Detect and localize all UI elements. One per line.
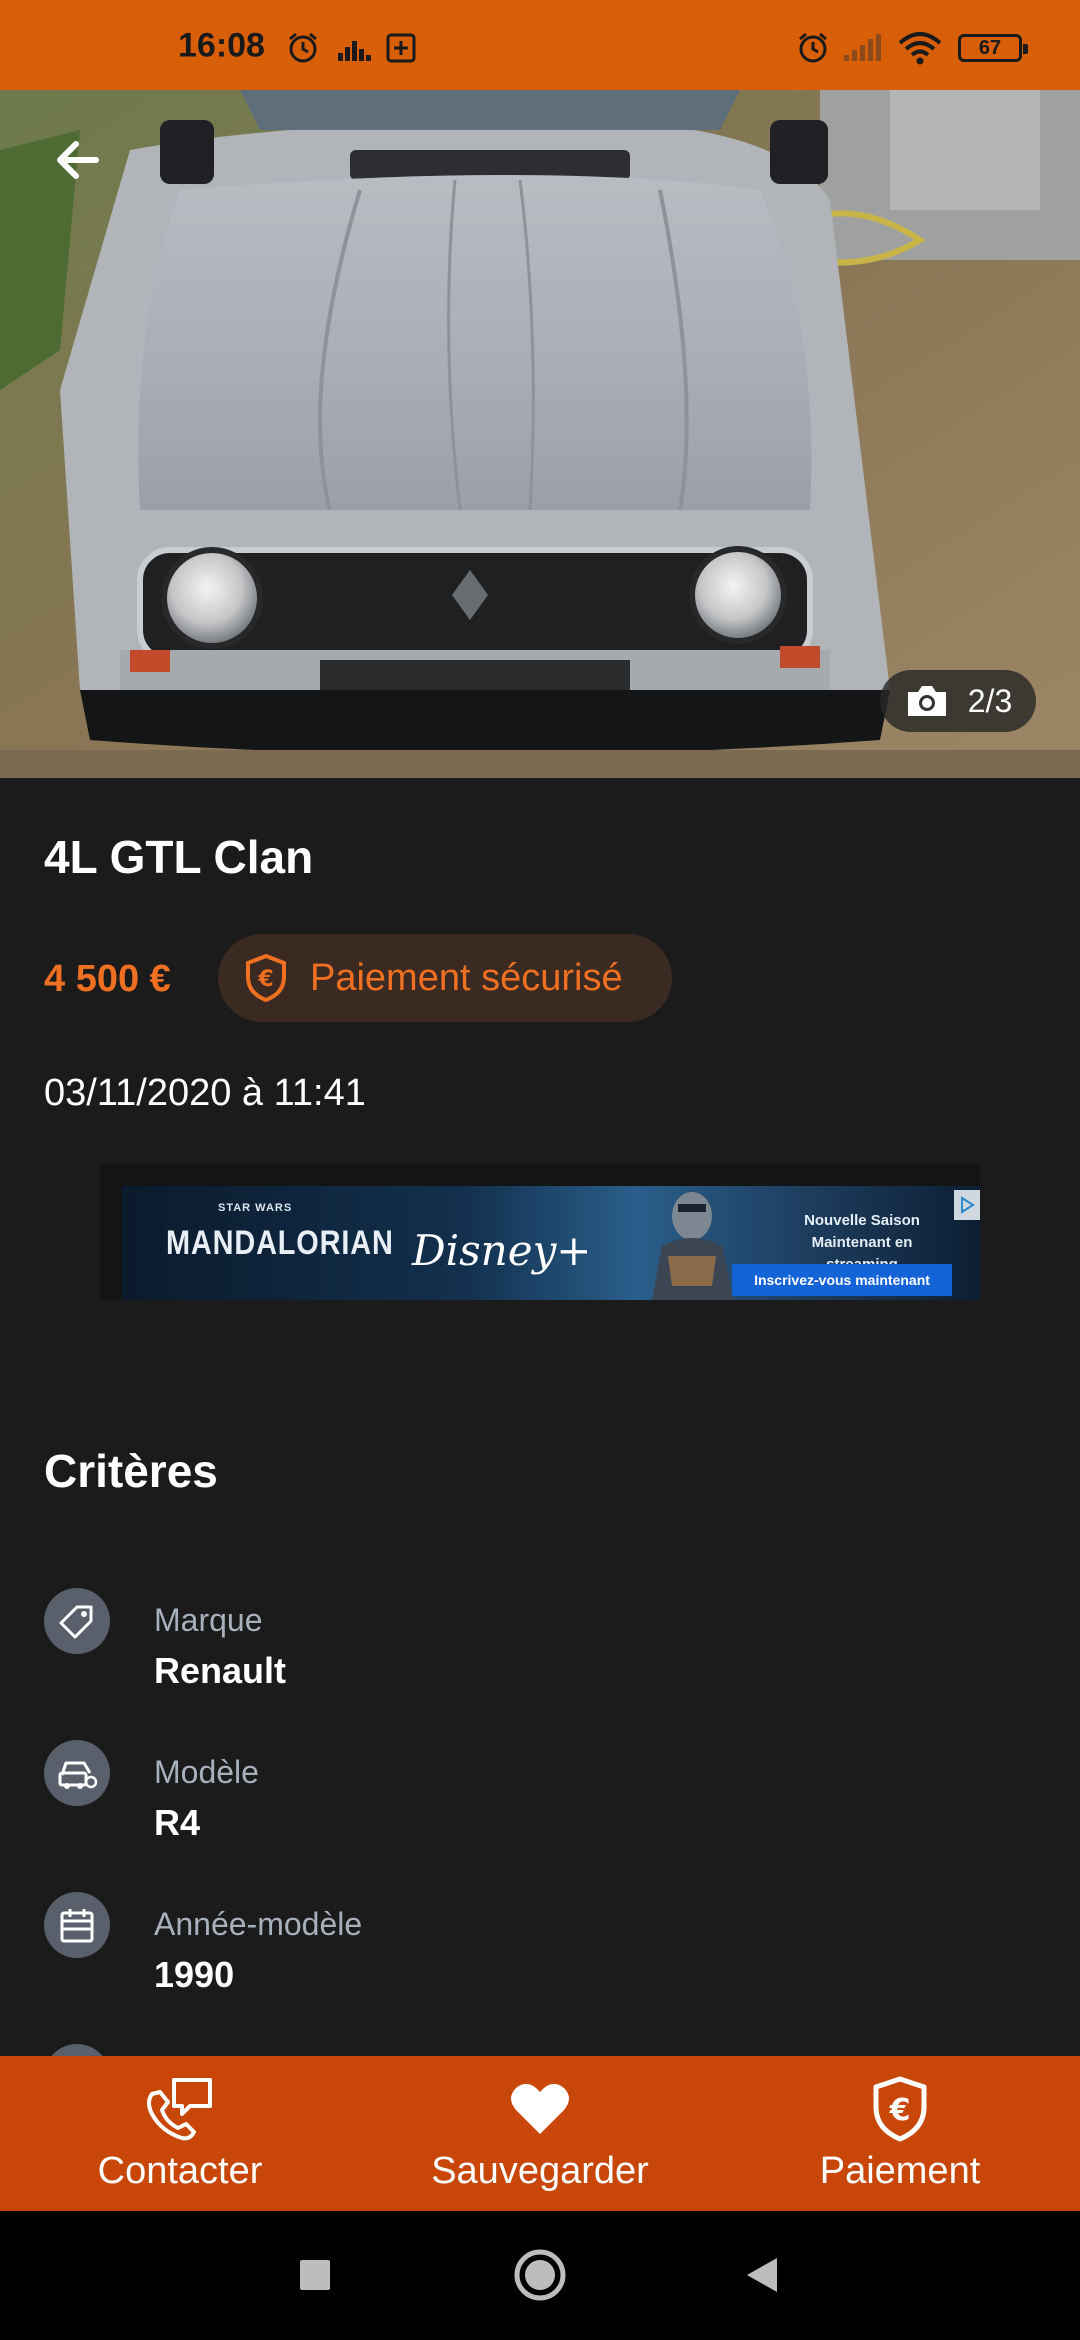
ad-brand: Disney+	[412, 1226, 592, 1275]
back-arrow-icon	[57, 141, 99, 179]
save-button[interactable]: Sauvegarder	[390, 2074, 690, 2204]
status-bar: 16:08 67	[0, 0, 1080, 90]
listing-photo[interactable]: 2/3	[0, 90, 1080, 778]
ad-banner[interactable]: STAR WARS MANDALORIAN Disney+ Nouvelle S…	[122, 1186, 980, 1300]
criteria-label: Année-modèle	[154, 1906, 363, 1942]
battery-icon: 67	[958, 34, 1028, 62]
back-triangle-icon[interactable]	[743, 2255, 781, 2295]
play-triangle-icon	[961, 1196, 975, 1214]
contact-label: Contacter	[97, 2150, 263, 2192]
phone-chat-icon	[147, 2078, 212, 2141]
save-label: Sauvegarder	[431, 2150, 649, 2192]
back-button[interactable]	[44, 126, 112, 194]
calendar-icon	[44, 1892, 110, 1958]
ad-container: STAR WARS MANDALORIAN Disney+ Nouvelle S…	[100, 1164, 980, 1300]
secure-payment-badge[interactable]: € Paiement sécurisé	[218, 934, 672, 1022]
alarm-icon	[289, 32, 317, 63]
payment-label: Paiement	[819, 2150, 981, 2192]
ad-season-line1: Nouvelle Saison	[804, 1212, 920, 1229]
svg-text:€: €	[889, 2093, 911, 2128]
criteria-value: Renault	[154, 1650, 287, 1691]
listing-date: 03/11/2020 à 11:41	[44, 1072, 366, 1114]
criteria-label: Marque	[154, 1602, 263, 1638]
system-nav-bar	[0, 2211, 1080, 2340]
alarm-icon	[799, 32, 827, 63]
criteria-title: Critères	[44, 1445, 218, 1497]
camera-icon	[907, 686, 946, 716]
car-icon	[44, 1740, 110, 1806]
contact-button[interactable]: Contacter	[30, 2074, 330, 2204]
tag-icon	[44, 1588, 110, 1654]
heart-icon	[511, 2083, 569, 2134]
listing-price: 4 500 €	[44, 958, 171, 1000]
criteria-value: R4	[154, 1802, 201, 1843]
adchoices-icon[interactable]	[954, 1190, 980, 1220]
photo-counter[interactable]: 2/3	[880, 670, 1036, 732]
bottom-action-bar: Contacter Sauvegarder € Paiement	[0, 2056, 1080, 2211]
payment-button[interactable]: € Paiement	[750, 2074, 1050, 2204]
criteria-label: Modèle	[154, 1754, 259, 1790]
criteria-value: 1990	[154, 1954, 235, 1995]
ad-star-wars: STAR WARS	[218, 1202, 293, 1214]
listing-title: 4L GTL Clan	[44, 831, 314, 883]
svg-text:€: €	[257, 967, 273, 992]
plus-box-icon	[386, 33, 416, 63]
shield-euro-icon: €	[873, 2076, 927, 2142]
ad-show-title: MANDALORIAN	[166, 1224, 394, 1262]
secure-payment-label: Paiement sécurisé	[310, 956, 623, 999]
equalizer-icon	[338, 41, 371, 61]
wifi-icon	[898, 32, 942, 65]
ad-cta-button[interactable]: Inscrivez-vous maintenant	[732, 1264, 952, 1296]
status-time: 16:08	[178, 26, 265, 65]
shield-euro-icon: €	[246, 953, 286, 1003]
signal-icon	[844, 34, 881, 61]
home-circle-icon[interactable]	[513, 2248, 567, 2302]
criteria-row-marque: Marque Renault	[44, 1588, 944, 1698]
criteria-row-annee: Année-modèle 1990	[44, 1892, 944, 2002]
recents-square-icon[interactable]	[298, 2258, 332, 2292]
criteria-row-modele: Modèle R4	[44, 1740, 944, 1850]
photo-counter-text: 2/3	[967, 682, 1013, 719]
